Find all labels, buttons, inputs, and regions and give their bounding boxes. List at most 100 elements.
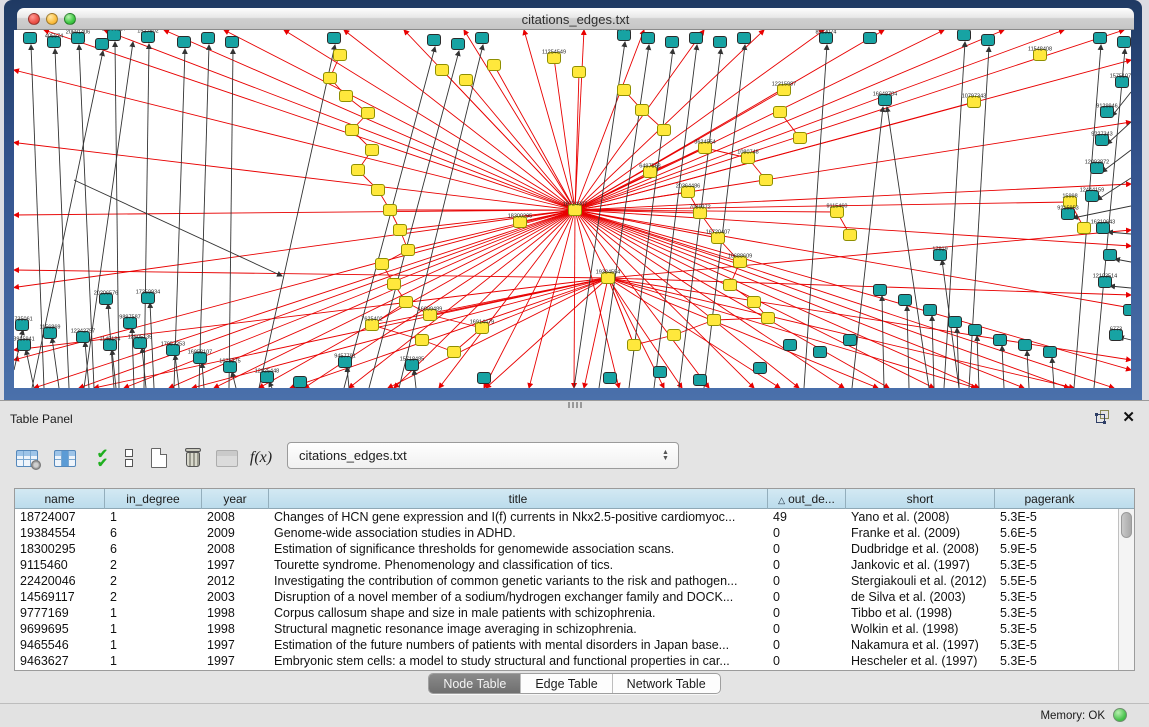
table-cell[interactable]: 22420046 bbox=[15, 573, 105, 589]
table-cell[interactable]: 0 bbox=[768, 525, 846, 541]
table-cell[interactable]: Tourette syndrome. Phenomenology and cla… bbox=[269, 557, 768, 573]
table-cell[interactable]: 1 bbox=[105, 637, 202, 653]
table-cell[interactable]: Jankovic et al. (1997) bbox=[846, 557, 995, 573]
table-cell[interactable]: 2009 bbox=[202, 525, 269, 541]
function-builder-icon[interactable]: f(x) bbox=[248, 443, 274, 473]
column-header-year[interactable]: year bbox=[202, 489, 269, 509]
table-cell[interactable]: 0 bbox=[768, 621, 846, 637]
float-panel-icon[interactable] bbox=[1096, 410, 1111, 424]
table-cell[interactable]: 5.3E-5 bbox=[995, 605, 1104, 621]
table-cell[interactable]: Nakamura et al. (1997) bbox=[846, 637, 995, 653]
table-row[interactable]: 911546021997Tourette syndrome. Phenomeno… bbox=[15, 557, 1134, 573]
table-cell[interactable]: 1 bbox=[105, 653, 202, 669]
table-cell[interactable]: 0 bbox=[768, 573, 846, 589]
table-cell[interactable]: 2003 bbox=[202, 589, 269, 605]
table-cell[interactable]: Wolkin et al. (1998) bbox=[846, 621, 995, 637]
table-cell[interactable]: 6 bbox=[105, 541, 202, 557]
table-settings-icon[interactable] bbox=[14, 443, 40, 473]
table-cell[interactable]: Estimation of significance thresholds fo… bbox=[269, 541, 768, 557]
table-cell[interactable]: Structural magnetic resonance image aver… bbox=[269, 621, 768, 637]
memory-ok-indicator-icon[interactable] bbox=[1113, 708, 1127, 722]
table-cell[interactable]: 0 bbox=[768, 605, 846, 621]
table-cell[interactable]: 2008 bbox=[202, 509, 269, 525]
table-cell[interactable]: Tibbo et al. (1998) bbox=[846, 605, 995, 621]
table-cell[interactable]: 2008 bbox=[202, 541, 269, 557]
table-row[interactable]: 946554611997Estimation of the future num… bbox=[15, 637, 1134, 653]
column-header-out_de[interactable]: △out_de... bbox=[768, 489, 846, 509]
table-cell[interactable]: 9463627 bbox=[15, 653, 105, 669]
table-cell[interactable]: 1997 bbox=[202, 557, 269, 573]
table-cell[interactable]: Yano et al. (2008) bbox=[846, 509, 995, 525]
table-cell[interactable]: 0 bbox=[768, 541, 846, 557]
table-cell[interactable]: 1998 bbox=[202, 605, 269, 621]
table-cell[interactable]: de Silva et al. (2003) bbox=[846, 589, 995, 605]
show-columns-icon[interactable] bbox=[52, 443, 78, 473]
table-cell[interactable]: 6 bbox=[105, 525, 202, 541]
window-titlebar[interactable]: citations_edges.txt bbox=[17, 8, 1134, 30]
table-row[interactable]: 1872400712008Changes of HCN gene express… bbox=[15, 509, 1134, 525]
column-header-title[interactable]: title bbox=[269, 489, 768, 509]
table-cell[interactable]: Stergiakouli et al. (2012) bbox=[846, 573, 995, 589]
table-cell[interactable]: Corpus callosum shape and size in male p… bbox=[269, 605, 768, 621]
table-cell[interactable]: 9465546 bbox=[15, 637, 105, 653]
tab-node-table[interactable]: Node Table bbox=[429, 674, 521, 693]
table-cell[interactable]: 0 bbox=[768, 589, 846, 605]
table-cell[interactable]: 49 bbox=[768, 509, 846, 525]
table-row[interactable]: 977716911998Corpus callosum shape and si… bbox=[15, 605, 1134, 621]
table-cell[interactable]: 0 bbox=[768, 653, 846, 669]
table-select-dropdown[interactable]: citations_edges.txt ▲▼ bbox=[287, 442, 679, 469]
table-cell[interactable]: 19384554 bbox=[15, 525, 105, 541]
table-cell[interactable]: Estimation of the future numbers of pati… bbox=[269, 637, 768, 653]
scrollbar-thumb[interactable] bbox=[1121, 512, 1132, 538]
select-all-icon[interactable]: ✔✔ bbox=[88, 443, 114, 473]
table-row[interactable]: 969969511998Structural magnetic resonanc… bbox=[15, 621, 1134, 637]
table-row[interactable]: 2242004622012Investigating the contribut… bbox=[15, 573, 1134, 589]
table-cell[interactable]: Embryonic stem cells: a model to study s… bbox=[269, 653, 768, 669]
table-row[interactable]: 1830029562008Estimation of significance … bbox=[15, 541, 1134, 557]
table-cell[interactable]: 9699695 bbox=[15, 621, 105, 637]
table-cell[interactable]: 2 bbox=[105, 573, 202, 589]
table-cell[interactable]: 5.6E-5 bbox=[995, 525, 1104, 541]
table-cell[interactable]: Franke et al. (2009) bbox=[846, 525, 995, 541]
table-cell[interactable]: 0 bbox=[768, 557, 846, 573]
table-cell[interactable]: Genome-wide association studies in ADHD. bbox=[269, 525, 768, 541]
table-cell[interactable]: 5.3E-5 bbox=[995, 509, 1104, 525]
table-cell[interactable]: Disruption of a novel member of a sodium… bbox=[269, 589, 768, 605]
delete-column-icon[interactable] bbox=[180, 443, 206, 473]
new-column-icon[interactable] bbox=[146, 443, 172, 473]
table-cell[interactable]: 1 bbox=[105, 605, 202, 621]
table-cell[interactable]: Investigating the contribution of common… bbox=[269, 573, 768, 589]
table-cell[interactable]: 5.3E-5 bbox=[995, 557, 1104, 573]
table-cell[interactable]: 5.3E-5 bbox=[995, 589, 1104, 605]
table-cell[interactable]: 1 bbox=[105, 509, 202, 525]
panel-splitter-handle[interactable] bbox=[568, 402, 582, 408]
table-cell[interactable]: 1997 bbox=[202, 653, 269, 669]
deselect-rows-icon[interactable] bbox=[116, 443, 142, 473]
table-cell[interactable]: 14569117 bbox=[15, 589, 105, 605]
table-scrollbar[interactable] bbox=[1118, 509, 1134, 670]
table-cell[interactable]: Changes of HCN gene expression and I(f) … bbox=[269, 509, 768, 525]
table-cell[interactable]: 2 bbox=[105, 557, 202, 573]
tab-edge-table[interactable]: Edge Table bbox=[521, 674, 612, 693]
table-cell[interactable]: Hescheler et al. (1997) bbox=[846, 653, 995, 669]
table-cell[interactable]: 18300295 bbox=[15, 541, 105, 557]
table-cell[interactable]: 1998 bbox=[202, 621, 269, 637]
table-cell[interactable]: 5.9E-5 bbox=[995, 541, 1104, 557]
column-header-pagerank[interactable]: pagerank bbox=[995, 489, 1104, 509]
tab-network-table[interactable]: Network Table bbox=[613, 674, 720, 693]
table-cell[interactable]: 2 bbox=[105, 589, 202, 605]
table-cell[interactable]: 5.3E-5 bbox=[995, 621, 1104, 637]
column-header-short[interactable]: short bbox=[846, 489, 995, 509]
table-cell[interactable]: 9115460 bbox=[15, 557, 105, 573]
table-cell[interactable]: 5.3E-5 bbox=[995, 653, 1104, 669]
table-row[interactable]: 1456911722003Disruption of a novel membe… bbox=[15, 589, 1134, 605]
table-cell[interactable]: 0 bbox=[768, 637, 846, 653]
close-panel-icon[interactable]: ✕ bbox=[1122, 408, 1135, 426]
table-cell[interactable]: 1997 bbox=[202, 637, 269, 653]
network-view-canvas[interactable]: 1872400719384554183002957625402160994891… bbox=[14, 30, 1131, 388]
table-cell[interactable]: 2012 bbox=[202, 573, 269, 589]
table-cell[interactable]: 5.5E-5 bbox=[995, 573, 1104, 589]
table-row[interactable]: 1938455462009Genome-wide association stu… bbox=[15, 525, 1134, 541]
table-cell[interactable]: 5.3E-5 bbox=[995, 637, 1104, 653]
table-cell[interactable]: 18724007 bbox=[15, 509, 105, 525]
